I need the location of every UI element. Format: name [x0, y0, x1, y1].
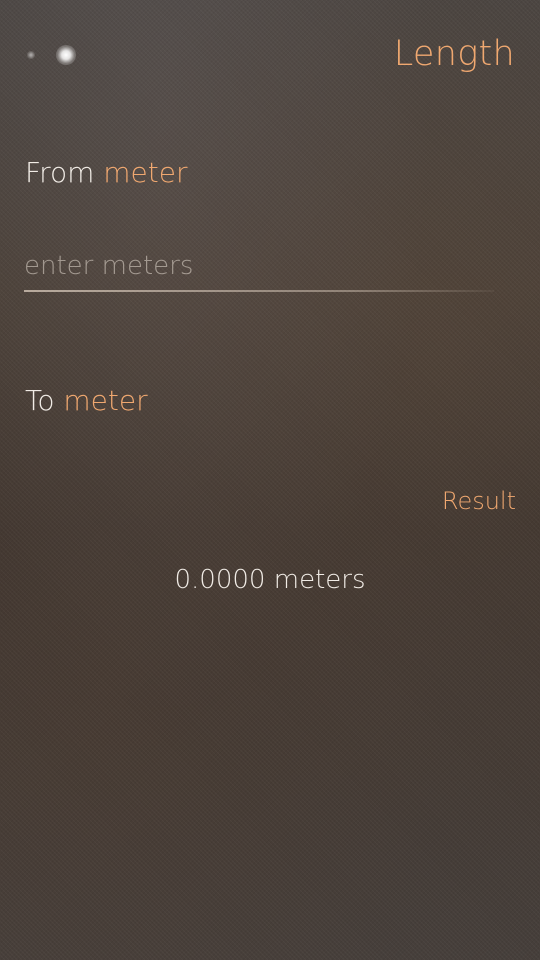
from-unit-value[interactable]: meter [103, 156, 187, 189]
page-dot-active-icon [56, 45, 76, 65]
input-underline [24, 290, 494, 292]
to-unit-selector[interactable]: To meter [25, 384, 148, 417]
page-indicator [22, 42, 92, 68]
from-unit-selector[interactable]: From meter [25, 156, 188, 189]
result-value: 0.0000 meters [174, 565, 366, 595]
background-texture [0, 0, 540, 960]
to-label: To [25, 384, 55, 417]
result-section-header: Result [441, 487, 516, 515]
amount-input[interactable] [24, 246, 494, 286]
from-label: From [25, 156, 95, 189]
amount-field [24, 246, 494, 294]
to-unit-value[interactable]: meter [63, 384, 147, 417]
page-title: Length [393, 34, 515, 74]
page-dot-inactive-icon [27, 51, 35, 59]
